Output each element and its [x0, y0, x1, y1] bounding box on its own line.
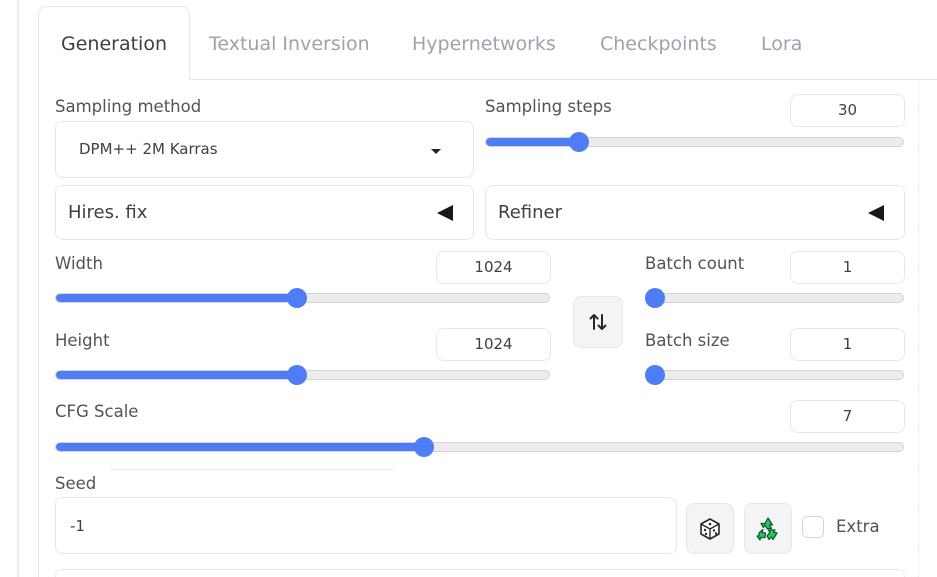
- batch-size-slider[interactable]: [645, 364, 904, 386]
- slider-track: [645, 293, 904, 303]
- batch-count-input[interactable]: 1: [790, 251, 905, 284]
- batch-count-label: Batch count: [645, 254, 745, 273]
- tab-bar: Generation Textual Inversion Hypernetwor…: [38, 6, 937, 80]
- slider-thumb[interactable]: [286, 288, 307, 308]
- batch-size-input[interactable]: 1: [790, 328, 905, 361]
- slider-track: [485, 137, 904, 147]
- tab-textual-inversion[interactable]: Textual Inversion: [209, 6, 370, 79]
- triangle-left-icon: [868, 205, 884, 221]
- batch-size-label: Batch size: [645, 331, 730, 350]
- reuse-seed-button[interactable]: [744, 503, 792, 554]
- tab-checkpoints[interactable]: Checkpoints: [600, 6, 717, 79]
- seed-label: Seed: [55, 474, 97, 493]
- next-section-box: [55, 569, 905, 577]
- dice-icon: [700, 517, 720, 540]
- left-rail: [17, 0, 19, 577]
- sampling-steps-input[interactable]: 30: [790, 94, 905, 127]
- triangle-left-icon: [437, 205, 453, 221]
- refiner-label: Refiner: [498, 202, 562, 223]
- swap-arrows-icon: [589, 314, 607, 330]
- extra-label: Extra: [836, 517, 880, 536]
- slider-fill: [56, 371, 298, 379]
- tab-generation[interactable]: Generation: [38, 6, 190, 80]
- sampling-method-label: Sampling method: [55, 97, 202, 116]
- batch-count-slider[interactable]: [645, 287, 904, 309]
- slider-thumb[interactable]: [645, 365, 665, 385]
- seed-value: -1: [70, 517, 85, 535]
- slider-thumb[interactable]: [645, 288, 665, 308]
- cfg-scale-input[interactable]: 7: [790, 400, 905, 433]
- extra-checkbox[interactable]: [802, 516, 824, 538]
- sampling-method-dropdown[interactable]: DPM++ 2M Karras: [55, 121, 474, 178]
- hires-fix-label: Hires. fix: [68, 202, 148, 223]
- recycle-icon: [756, 516, 778, 541]
- right-rail: [918, 79, 920, 577]
- random-seed-button[interactable]: [686, 503, 734, 554]
- divider: [110, 469, 395, 470]
- slider-thumb[interactable]: [286, 365, 307, 385]
- width-input[interactable]: 1024: [436, 251, 551, 284]
- sampling-steps-label: Sampling steps: [485, 97, 612, 116]
- width-slider[interactable]: [55, 287, 550, 309]
- slider-track: [645, 370, 904, 380]
- slider-fill: [56, 443, 425, 451]
- sampling-steps-slider[interactable]: [485, 131, 904, 153]
- generation-settings-page: Generation Textual Inversion Hypernetwor…: [0, 0, 937, 577]
- height-label: Height: [55, 331, 110, 350]
- width-label: Width: [55, 254, 103, 273]
- tab-hypernetworks[interactable]: Hypernetworks: [412, 6, 556, 79]
- slider-thumb[interactable]: [413, 437, 434, 457]
- tab-lora[interactable]: Lora: [761, 6, 802, 79]
- swap-dimensions-button[interactable]: [573, 296, 623, 348]
- height-input[interactable]: 1024: [436, 328, 551, 361]
- slider-track: [55, 442, 904, 452]
- hires-fix-accordion[interactable]: Hires. fix: [55, 185, 474, 240]
- caret-down-icon: [431, 149, 441, 154]
- cfg-scale-slider[interactable]: [55, 436, 904, 458]
- cfg-scale-label: CFG Scale: [55, 402, 139, 421]
- seed-input[interactable]: -1: [55, 497, 677, 554]
- sampling-method-value: DPM++ 2M Karras: [79, 140, 218, 158]
- slider-fill: [56, 294, 298, 302]
- height-slider[interactable]: [55, 364, 550, 386]
- refiner-accordion[interactable]: Refiner: [485, 185, 905, 240]
- slider-fill: [486, 138, 581, 146]
- slider-thumb[interactable]: [569, 132, 590, 152]
